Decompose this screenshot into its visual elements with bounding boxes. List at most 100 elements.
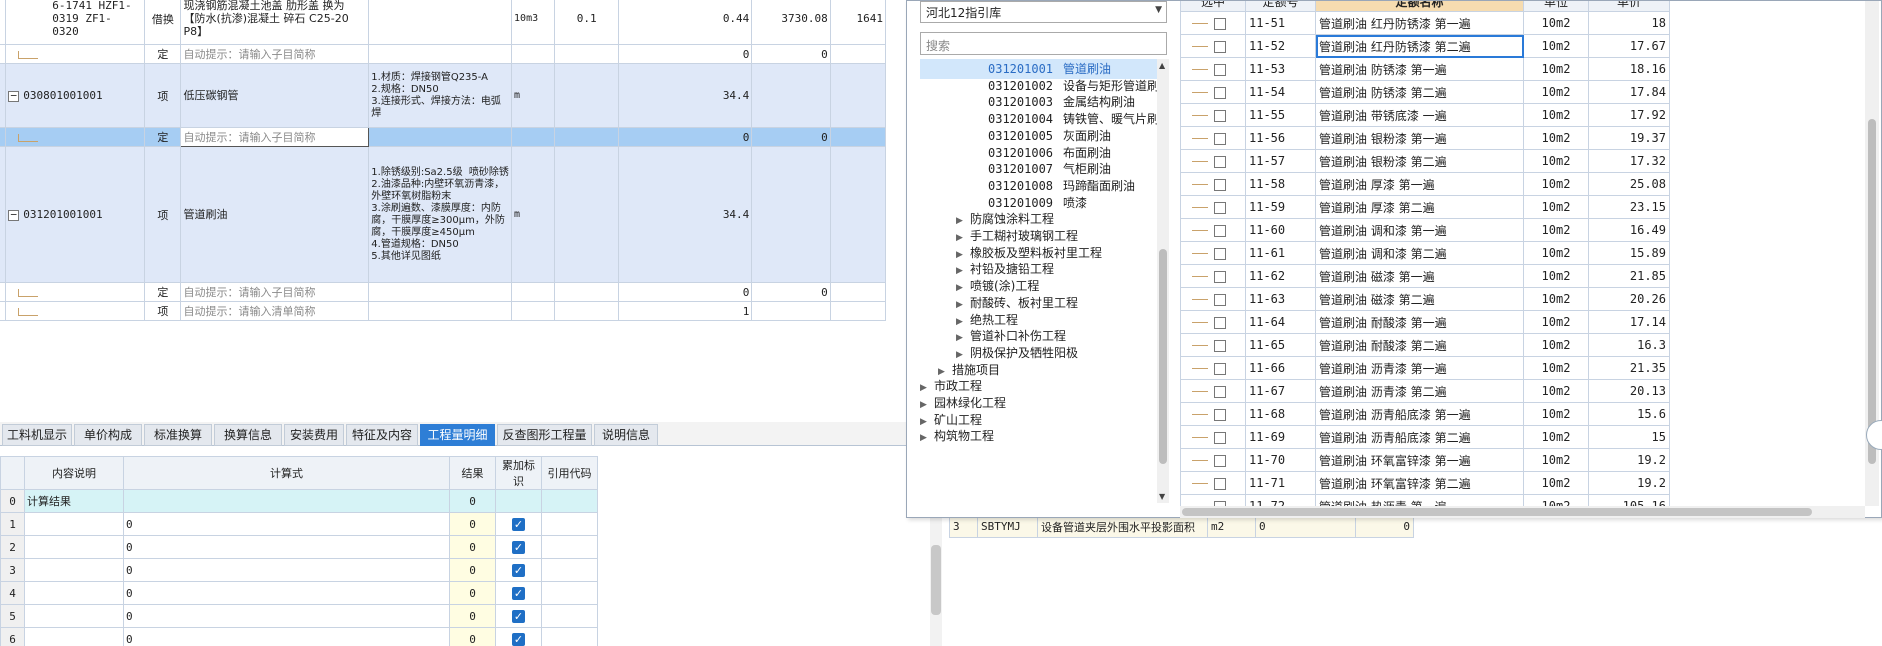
quota-name[interactable]: 管道刷油 带锈底漆 一遍 xyxy=(1315,103,1524,127)
quota-row[interactable]: 11-52 管道刷油 红丹防锈漆 第二遍 10m2 17.67 xyxy=(1180,34,1670,58)
calc-desc[interactable]: 计算结果 xyxy=(24,489,124,513)
row-qty-expr[interactable] xyxy=(554,127,620,147)
row-amount[interactable]: 34.4 xyxy=(618,146,753,283)
calc-desc[interactable] xyxy=(24,558,124,582)
quota-row[interactable]: 11-71 管道刷油 环氧富锌漆 第二遍 10m2 19.2 xyxy=(1180,471,1670,495)
bill-row[interactable]: 6-1741 HZF1-0319 ZF1-0320 借换 现浇钢筋混凝土池盖 肋形盖… xyxy=(0,0,887,45)
row-name[interactable]: 自动提示：请输入清单简称 xyxy=(180,301,370,321)
checkbox-checked-icon[interactable]: ✓ xyxy=(512,632,525,646)
quota-checkbox[interactable] xyxy=(1214,109,1226,122)
row-name[interactable]: 管道刷油 xyxy=(180,146,370,283)
quota-row[interactable]: 11-64 管道刷油 耐酸漆 第一遍 10m2 17.14 xyxy=(1180,310,1670,334)
calc-formula[interactable] xyxy=(123,489,450,513)
quota-row[interactable]: 11-57 管道刷油 银粉漆 第二遍 10m2 17.32 xyxy=(1180,149,1670,173)
checkbox-checked-icon[interactable]: ✓ xyxy=(512,517,525,531)
row-amount[interactable]: 0.44 xyxy=(618,0,753,45)
calc-ref-code[interactable] xyxy=(541,604,598,628)
quota-name[interactable]: 管道刷油 银粉漆 第二遍 xyxy=(1315,149,1524,173)
quota-row[interactable]: 11-68 管道刷油 沥青船底漆 第一遍 10m2 15.6 xyxy=(1180,402,1670,426)
calc-desc[interactable] xyxy=(24,512,124,536)
quota-select-cell[interactable] xyxy=(1180,103,1246,127)
row-qty-expr[interactable] xyxy=(554,63,620,128)
quota-select-cell[interactable] xyxy=(1180,172,1246,196)
row-amount[interactable]: 34.4 xyxy=(618,63,753,128)
row-feature[interactable] xyxy=(368,127,513,147)
tab-5[interactable]: 特征及内容 xyxy=(346,424,418,446)
row-qty-expr[interactable] xyxy=(554,146,620,283)
row-feature[interactable]: 1.材质：焊接钢管Q235-A 2.规格：DN50 3.连接形式、焊接方法：电弧… xyxy=(368,63,513,128)
quota-row[interactable]: 11-66 管道刷油 沥青漆 第一遍 10m2 21.35 xyxy=(1180,356,1670,380)
quota-name[interactable]: 管道刷油 银粉漆 第一遍 xyxy=(1315,126,1524,150)
calc-ref-code[interactable] xyxy=(541,489,598,513)
calc-row[interactable]: 1 0 0 ✓ xyxy=(0,512,598,536)
row-qty-expr[interactable]: 0.1 xyxy=(554,0,620,45)
calc-desc[interactable] xyxy=(24,581,124,605)
quota-row[interactable]: 11-56 管道刷油 银粉漆 第一遍 10m2 19.37 xyxy=(1180,126,1670,150)
calc-accumulate-cell[interactable]: ✓ xyxy=(495,627,542,646)
calc-row[interactable]: 6 0 0 ✓ xyxy=(0,627,598,646)
calc-ref-code[interactable] xyxy=(541,627,598,646)
tab-4[interactable]: 安装费用 xyxy=(284,424,344,446)
quota-name[interactable]: 管道刷油 厚漆 第二遍 xyxy=(1315,195,1524,219)
quota-row[interactable]: 11-70 管道刷油 环氧富锌漆 第一遍 10m2 19.2 xyxy=(1180,448,1670,472)
quota-name[interactable]: 管道刷油 耐酸漆 第二遍 xyxy=(1315,333,1524,357)
calc-accumulate-cell[interactable]: ✓ xyxy=(495,535,542,559)
quota-checkbox[interactable] xyxy=(1214,316,1226,329)
quota-checkbox[interactable] xyxy=(1214,155,1226,168)
library-select[interactable]: 河北12指引库 ▼ xyxy=(920,1,1167,23)
calc-accumulate-cell[interactable]: ✓ xyxy=(495,604,542,628)
calc-accumulate-cell[interactable]: ✓ xyxy=(495,558,542,582)
quota-checkbox[interactable] xyxy=(1214,86,1226,99)
quota-select-cell[interactable] xyxy=(1180,379,1246,403)
calc-ref-code[interactable] xyxy=(541,512,598,536)
quota-checkbox[interactable] xyxy=(1214,408,1226,421)
quota-name[interactable]: 管道刷油 红丹防锈漆 第一遍 xyxy=(1315,11,1524,35)
calc-formula[interactable]: 0 xyxy=(123,627,450,646)
quota-name[interactable]: 管道刷油 沥青船底漆 第二遍 xyxy=(1315,425,1524,449)
row-feature[interactable] xyxy=(368,282,513,302)
quota-row[interactable]: 11-51 管道刷油 红丹防锈漆 第一遍 10m2 18 xyxy=(1180,11,1670,35)
quota-name[interactable]: 管道刷油 调和漆 第二遍 xyxy=(1315,241,1524,265)
checkbox-checked-icon[interactable]: ✓ xyxy=(512,586,525,600)
quota-select-cell[interactable] xyxy=(1180,402,1246,426)
quota-select-cell[interactable] xyxy=(1180,471,1246,495)
quota-row[interactable]: 11-65 管道刷油 耐酸漆 第二遍 10m2 16.3 xyxy=(1180,333,1670,357)
calc-formula[interactable]: 0 xyxy=(123,581,450,605)
quota-select-cell[interactable] xyxy=(1180,241,1246,265)
quota-name[interactable]: 管道刷油 磁漆 第二遍 xyxy=(1315,287,1524,311)
quota-checkbox[interactable] xyxy=(1214,431,1226,444)
row-name[interactable]: 自动提示：请输入子目简称 xyxy=(180,282,370,302)
row-amount[interactable]: 0 xyxy=(618,127,753,147)
row-name[interactable]: 自动提示：请输入子目简称 xyxy=(180,44,370,64)
quota-row[interactable]: 11-55 管道刷油 带锈底漆 一遍 10m2 17.92 xyxy=(1180,103,1670,127)
row-name[interactable]: 现浇钢筋混凝土池盖 肋形盖 换为【防水(抗渗)混凝土 碎石 C25-20 P8】 xyxy=(180,0,370,45)
tab-0[interactable]: 工料机显示 xyxy=(2,424,72,446)
tab-2[interactable]: 标准换算 xyxy=(144,424,212,446)
row-qty-expr[interactable] xyxy=(554,282,620,302)
variable-panel-scrollbar[interactable] xyxy=(930,515,942,646)
calc-row[interactable]: 5 0 0 ✓ xyxy=(0,604,598,628)
quota-select-cell[interactable] xyxy=(1180,448,1246,472)
quota-row[interactable]: 11-59 管道刷油 厚漆 第二遍 10m2 23.15 xyxy=(1180,195,1670,219)
bill-row[interactable]: 定自动提示：请输入子目简称 0 0 xyxy=(0,127,887,147)
expand-arrow-icon[interactable]: ▶ xyxy=(920,428,934,448)
calc-formula[interactable]: 0 xyxy=(123,535,450,559)
quota-row[interactable]: 11-60 管道刷油 调和漆 第一遍 10m2 16.49 xyxy=(1180,218,1670,242)
quota-list-hscrollbar[interactable] xyxy=(1180,506,1865,518)
quota-select-cell[interactable] xyxy=(1180,57,1246,81)
quota-checkbox[interactable] xyxy=(1214,339,1226,352)
quota-select-cell[interactable] xyxy=(1180,310,1246,334)
row-amount[interactable]: 0 xyxy=(618,44,753,64)
quota-name[interactable]: 管道刷油 厚漆 第一遍 xyxy=(1315,172,1524,196)
calc-desc[interactable] xyxy=(24,604,124,628)
tree-search-input[interactable]: 搜索 xyxy=(920,32,1167,55)
quota-row[interactable]: 11-69 管道刷油 沥青船底漆 第二遍 10m2 15 xyxy=(1180,425,1670,449)
quota-select-cell[interactable] xyxy=(1180,80,1246,104)
calc-formula[interactable]: 0 xyxy=(123,604,450,628)
quota-select-cell[interactable] xyxy=(1180,149,1246,173)
quota-row[interactable]: 11-53 管道刷油 防锈漆 第一遍 10m2 18.16 xyxy=(1180,57,1670,81)
bill-row[interactable]: 6−030801001001项低压碳钢管1.材质：焊接钢管Q235-A 2.规格… xyxy=(0,63,887,128)
calc-row[interactable]: 4 0 0 ✓ xyxy=(0,581,598,605)
collapse-icon[interactable]: − xyxy=(8,90,20,102)
row-feature[interactable] xyxy=(368,301,513,321)
